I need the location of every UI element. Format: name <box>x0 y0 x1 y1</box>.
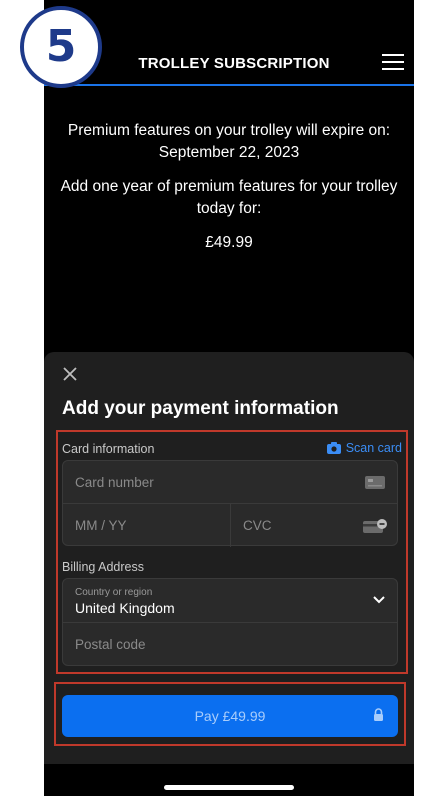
card-number-field[interactable]: Card number <box>63 461 397 504</box>
pay-button-label: Pay £49.99 <box>194 708 266 724</box>
offer-text: Add one year of premium features for you… <box>60 178 398 217</box>
cvc-card-icon <box>363 519 387 533</box>
country-select[interactable]: Country or region United Kingdom <box>63 579 397 623</box>
postal-code-field[interactable]: Postal code <box>63 623 397 667</box>
payment-sheet: Add your payment information Card inform… <box>44 352 414 764</box>
expiry-placeholder: MM / YY <box>75 518 127 533</box>
scan-card-label: Scan card <box>345 441 402 455</box>
lock-icon <box>374 708 383 721</box>
expiry-text: Premium features on your trolley will ex… <box>67 122 391 161</box>
home-indicator <box>164 785 294 790</box>
hamburger-menu-icon[interactable] <box>382 54 404 72</box>
card-information-label: Card information <box>62 442 155 456</box>
postal-code-placeholder: Postal code <box>75 637 146 652</box>
card-number-placeholder: Card number <box>75 475 154 490</box>
country-value: United Kingdom <box>75 600 175 616</box>
cvc-placeholder: CVC <box>243 518 272 533</box>
subscription-intro: Premium features on your trolley will ex… <box>44 120 414 266</box>
expiry-field[interactable]: MM / YY <box>63 504 231 547</box>
billing-address-label: Billing Address <box>62 560 144 574</box>
scan-card-button[interactable]: Scan card <box>326 441 402 455</box>
close-icon[interactable] <box>62 366 78 382</box>
chevron-down-icon <box>373 596 385 604</box>
step-number-badge: 5 <box>20 6 102 88</box>
country-label: Country or region <box>75 587 153 598</box>
cvc-field[interactable]: CVC <box>231 504 399 547</box>
credit-card-icon <box>365 476 385 489</box>
card-input-group: Card number MM / YY CVC <box>62 460 399 547</box>
pay-button[interactable]: Pay £49.99 <box>62 695 398 737</box>
sheet-title: Add your payment information <box>62 398 339 419</box>
camera-icon <box>326 442 341 454</box>
phone-screen: TROLLEY SUBSCRIPTION Premium features on… <box>44 0 414 796</box>
step-number: 5 <box>45 21 77 72</box>
billing-address-group: Country or region United Kingdom Postal … <box>62 578 398 666</box>
price-text: £49.99 <box>205 234 253 251</box>
